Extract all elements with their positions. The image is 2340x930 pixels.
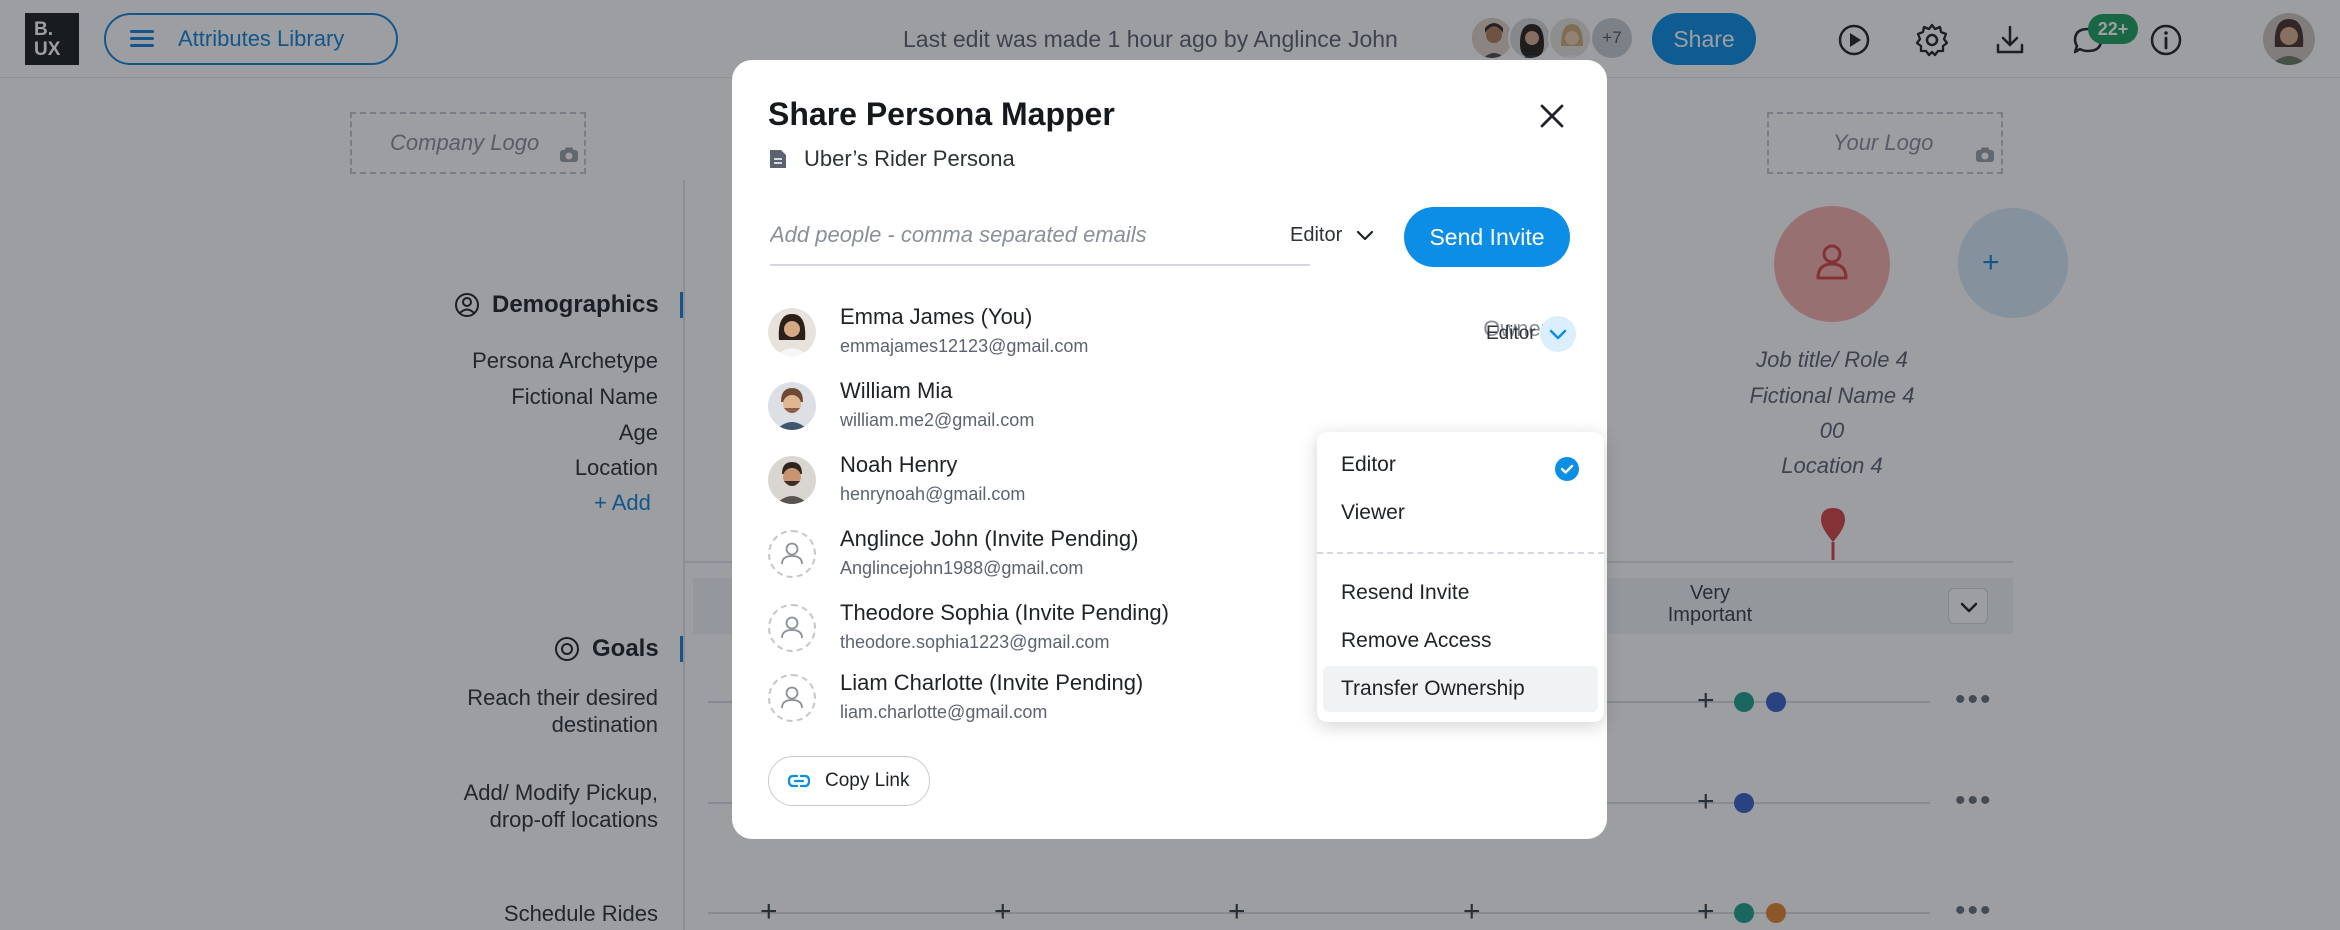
document-icon <box>770 150 786 168</box>
member-email: emmajames12123@gmail.com <box>840 336 1089 356</box>
check-icon <box>1555 457 1579 481</box>
member-avatar <box>768 382 816 430</box>
dropdown-transfer-ownership[interactable]: Transfer Ownership <box>1323 666 1598 712</box>
dropdown-resend-invite[interactable]: Resend Invite <box>1323 570 1598 616</box>
user-icon <box>781 542 803 565</box>
member-avatar <box>768 308 816 356</box>
member-avatar-pending <box>768 530 816 578</box>
role-dropdown-menu: Editor Viewer Resend Invite Remove Acces… <box>1317 432 1604 722</box>
member-role-toggle[interactable] <box>1540 316 1576 352</box>
member-name: Liam Charlotte (Invite Pending) <box>840 670 1144 695</box>
member-role-select[interactable]: Editor <box>1486 323 1536 345</box>
member-name: William Mia <box>840 378 953 403</box>
member-row: Emma James (You) emmajames12123@gmail.co… <box>768 304 1588 370</box>
user-icon <box>781 686 803 709</box>
send-invite-button[interactable]: Send Invite <box>1404 207 1570 267</box>
chevron-down-icon <box>1357 230 1374 240</box>
copy-link-button[interactable]: Copy Link <box>768 756 930 806</box>
member-avatar <box>768 456 816 504</box>
close-icon[interactable] <box>1536 100 1568 132</box>
member-name: Theodore Sophia (Invite Pending) <box>840 600 1169 625</box>
member-email: liam.charlotte@gmail.com <box>840 702 1048 722</box>
invite-role-select[interactable]: Editor <box>1290 224 1374 247</box>
dropdown-remove-access[interactable]: Remove Access <box>1323 618 1598 664</box>
member-email: Anglincejohn1988@gmail.com <box>840 558 1084 578</box>
member-name: Noah Henry <box>840 452 958 477</box>
link-icon <box>787 774 811 788</box>
member-avatar-pending <box>768 604 816 652</box>
member-email: theodore.sophia1223@gmail.com <box>840 632 1110 652</box>
dropdown-separator <box>1317 552 1604 554</box>
member-email: henrynoah@gmail.com <box>840 484 1026 504</box>
document-name: Uber’s Rider Persona <box>768 146 1015 172</box>
user-icon <box>781 616 803 639</box>
dropdown-option-viewer[interactable]: Viewer <box>1323 490 1598 536</box>
member-name: Anglince John (Invite Pending) <box>840 526 1139 551</box>
member-name: Emma James (You) <box>840 304 1033 329</box>
copy-link-label: Copy Link <box>825 770 910 791</box>
dialog-title: Share Persona Mapper <box>768 96 1115 132</box>
member-avatar-pending <box>768 674 816 722</box>
invite-email-input[interactable] <box>770 206 1310 266</box>
document-title: Uber’s Rider Persona <box>804 146 1015 171</box>
member-email: william.me2@gmail.com <box>840 410 1035 430</box>
invite-role-label: Editor <box>1290 224 1343 246</box>
chevron-down-icon <box>1549 329 1567 340</box>
